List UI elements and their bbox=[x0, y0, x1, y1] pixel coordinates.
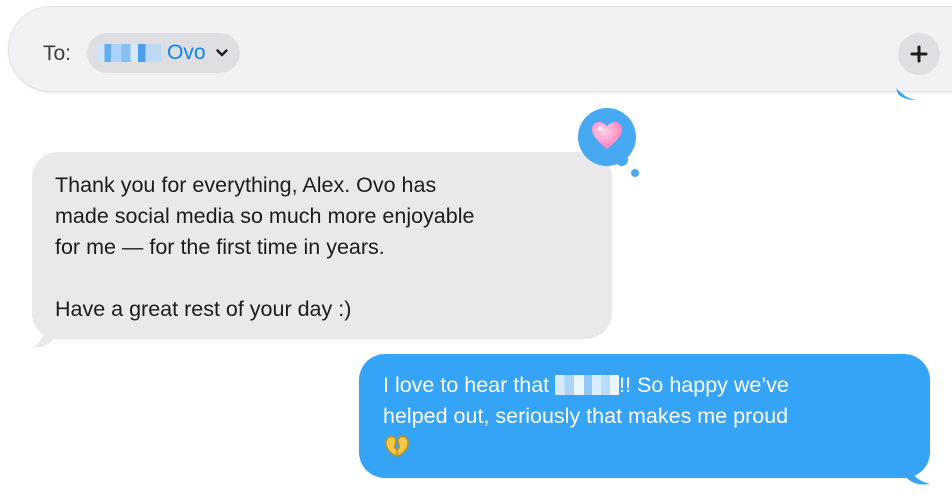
outgoing-message-bubble[interactable]: I love to hear that !! So happy we’ve he… bbox=[359, 354, 930, 478]
to-label: To: bbox=[43, 42, 72, 65]
chevron-down-icon[interactable] bbox=[215, 49, 228, 57]
outgoing-text-line2: helped out, seriously that makes me prou… bbox=[383, 404, 789, 428]
outgoing-text-after: !! So happy we’ve bbox=[619, 373, 789, 397]
outgoing-text-before: I love to hear that bbox=[383, 373, 550, 397]
redacted-name bbox=[555, 375, 620, 395]
plus-icon bbox=[910, 45, 928, 63]
add-recipient-button[interactable] bbox=[898, 33, 940, 75]
recipient-chip[interactable]: Ovo bbox=[87, 33, 240, 73]
tapback-dot bbox=[631, 169, 639, 177]
recipient-name: Ovo bbox=[167, 41, 206, 64]
redacted-recipient-prefix bbox=[97, 44, 161, 62]
heart-hands-emoji bbox=[385, 435, 409, 457]
outgoing-message-text: I love to hear that !! So happy we’ve he… bbox=[383, 370, 910, 463]
messages-window: To: Ovo Thank you for everything, Alex. … bbox=[0, 0, 952, 502]
previous-bubble-tail bbox=[896, 88, 916, 100]
to-bar: To: Ovo bbox=[8, 6, 952, 92]
incoming-message-bubble[interactable]: Thank you for everything, Alex. Ovo has … bbox=[32, 152, 612, 339]
tapback-reaction[interactable] bbox=[578, 108, 636, 166]
heart-icon bbox=[592, 122, 622, 149]
incoming-message-text: Thank you for everything, Alex. Ovo has … bbox=[55, 173, 475, 321]
